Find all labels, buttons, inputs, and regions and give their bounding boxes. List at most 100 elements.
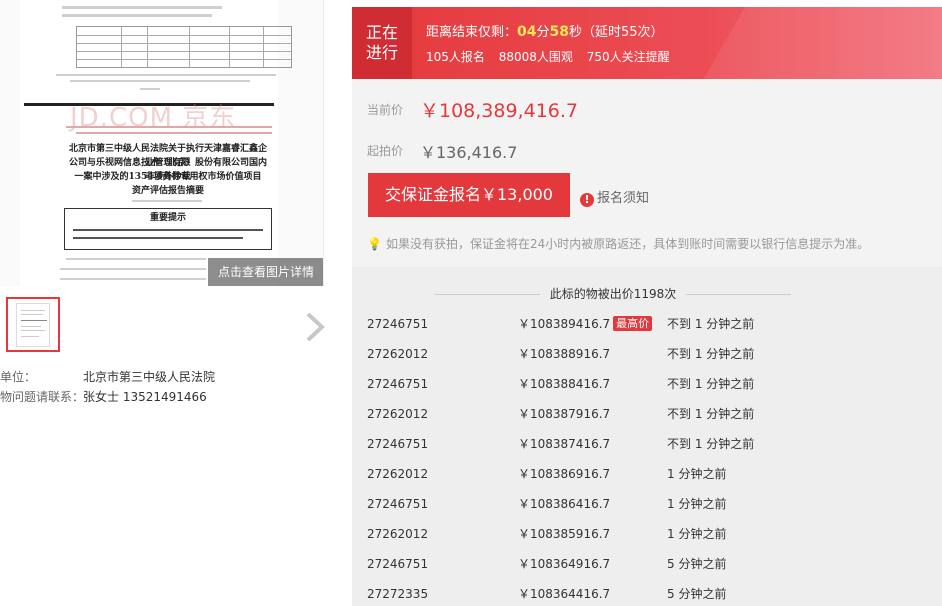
- bid-amount: ￥108387416.7: [518, 437, 611, 451]
- deposit-refund-tip-text: 如果没有获拍，保证金将在24小时内被原路返还，具体到账时间需要以银行信息提示为准…: [385, 237, 870, 251]
- bid-time: 5 分钟之前: [667, 587, 727, 601]
- bid-row: 27246751 ￥108387416.7 不到 1 分钟之前: [352, 429, 942, 459]
- bid-amount-cell: ￥108388916.7: [518, 339, 610, 369]
- document-title-4: 资产评估报告摘要: [131, 186, 204, 196]
- bid-row: 27262012 ￥108386916.7 1 分钟之前: [352, 459, 942, 489]
- left-column: JD.COM 京东 北京市第三中级人民法院关于执行天津嘉睿汇鑫企业管理有限 公司…: [0, 0, 352, 606]
- bid-time: 1 分钟之前: [667, 527, 727, 541]
- highest-bid-badge: 最高价: [613, 316, 653, 331]
- document-notice-box: 重要提示: [64, 208, 272, 250]
- countdown-timer: 距离结束仅剩：04分58秒（延时55次）: [426, 21, 664, 40]
- image-thumbnail[interactable]: [6, 297, 60, 352]
- bid-amount: ￥108389416.7: [518, 317, 611, 331]
- stat-reminders: 750人关注提醒: [586, 50, 670, 64]
- bidder-id: 27246751: [367, 437, 429, 451]
- countdown-minutes: 04: [517, 24, 537, 40]
- deposit-refund-tip: 💡 如果没有获拍，保证金将在24小时内被原路返还，具体到账时间需要以银行信息提示为…: [367, 235, 869, 252]
- document-box-title: 重要提示: [149, 213, 186, 223]
- countdown-seconds: 58: [549, 24, 569, 40]
- unit-label: 单位：: [0, 370, 37, 384]
- bid-time: 5 分钟之前: [667, 557, 727, 571]
- bid-amount-cell: ￥108386416.7: [518, 489, 610, 519]
- bid-time: 1 分钟之前: [667, 467, 727, 481]
- bid-amount-cell: ￥108385916.7: [518, 519, 610, 549]
- bid-amount: ￥108386916.7: [518, 467, 611, 481]
- auction-stats: 105人报名 88008人围观 750人关注提醒: [426, 48, 680, 65]
- bid-amount-cell: ￥108387916.7: [518, 399, 610, 429]
- bid-history-panel: 此标的物被出价1198次 27246751 ￥108389416.7 最高价 不到 1…: [352, 267, 942, 606]
- bid-row: 27262012 ￥108388916.7 不到 1 分钟之前: [352, 339, 942, 369]
- countdown-prefix: 距离结束仅剩：: [426, 25, 518, 40]
- bid-time: 不到 1 分钟之前: [667, 317, 755, 331]
- start-price-value: ￥136,416.7: [420, 143, 518, 162]
- bid-time: 不到 1 分钟之前: [667, 437, 755, 451]
- stat-watching: 88008人围观: [498, 50, 573, 64]
- contact-value: 张女士 13521491466: [83, 390, 207, 404]
- bid-amount: ￥108386416.7: [518, 497, 611, 511]
- bid-amount-cell: ￥108387416.7: [518, 429, 610, 459]
- unit-info-row: 单位： 北京市第三中级人民法院: [0, 368, 215, 386]
- bid-amount-cell: ￥108388416.7: [518, 369, 610, 399]
- bid-row: 27246751 ￥108386416.7 1 分钟之前: [352, 489, 942, 519]
- document-title-3: 一案中涉及的1354项商标专用权市场价值项目: [74, 172, 262, 182]
- bid-time: 1 分钟之前: [667, 497, 727, 511]
- document-table: [76, 26, 292, 68]
- status-line-2: 进行: [365, 43, 398, 62]
- contact-info-row: 物问题请联系： 张女士 13521491466: [0, 388, 207, 406]
- registration-notice-label: 报名须知: [597, 191, 650, 206]
- right-column: 正在 进行 距离结束仅剩：04分58秒（延时55次） 105人报名 88008人…: [352, 0, 942, 606]
- alert-icon: !: [580, 193, 594, 207]
- bid-amount: ￥108364916.7: [518, 557, 611, 571]
- bid-amount-cell: ￥108364916.7: [518, 549, 610, 579]
- bidder-id: 27246751: [367, 557, 429, 571]
- thumbnail-next-arrow[interactable]: [302, 310, 328, 344]
- bid-row: 27262012 ￥108385916.7 1 分钟之前: [352, 519, 942, 549]
- bid-amount: ￥108388416.7: [518, 377, 611, 391]
- bid-time: 不到 1 分钟之前: [667, 377, 755, 391]
- bid-amount: ￥108387916.7: [518, 407, 611, 421]
- price-panel: 当前价 ￥108,389,416.7 起拍价 ￥136,416.7 交保证金报名…: [352, 79, 942, 267]
- bidder-id: 27262012: [367, 407, 429, 421]
- bid-amount: ￥108388916.7: [518, 347, 611, 361]
- stat-registered: 105人报名: [426, 50, 485, 64]
- document-image[interactable]: JD.COM 京东 北京市第三中级人民法院关于执行天津嘉睿汇鑫企业管理有限 公司…: [0, 0, 324, 286]
- bidder-id: 27262012: [367, 467, 429, 481]
- bid-amount: ￥108364416.7: [518, 587, 611, 601]
- start-price-label: 起拍价: [367, 144, 404, 158]
- view-image-detail-button[interactable]: 点击查看图片详情: [208, 258, 323, 286]
- bid-amount-cell: ￥108386916.7: [518, 459, 610, 489]
- bid-amount-cell: ￥108389416.7 最高价: [518, 309, 653, 339]
- bid-history-title-text: 此标的物被出价1198次: [549, 287, 677, 301]
- bid-time: 不到 1 分钟之前: [667, 347, 755, 361]
- bid-row: 27246751 ￥108364916.7 5 分钟之前: [352, 549, 942, 579]
- registration-notice-link[interactable]: ! 报名须知: [580, 187, 649, 207]
- auction-status-banner: 正在 进行 距离结束仅剩：04分58秒（延时55次） 105人报名 88008人…: [352, 7, 942, 79]
- current-price-value: ￥108,389,416.7: [420, 100, 579, 122]
- bid-history-title: 此标的物被出价1198次: [352, 285, 874, 302]
- bidder-id: 27246751: [367, 377, 429, 391]
- pay-deposit-register-button[interactable]: 交保证金报名￥13,000: [368, 173, 570, 217]
- countdown-extension: （延时55次）: [582, 25, 664, 40]
- current-price-label: 当前价: [367, 103, 404, 117]
- bid-row: 27272335 ￥108364416.7 5 分钟之前: [352, 579, 942, 606]
- bid-amount-cell: ￥108364416.7: [518, 579, 610, 606]
- contact-label: 物问题请联系：: [0, 390, 85, 404]
- chevron-right-icon: [306, 312, 325, 342]
- status-line-1: 正在: [365, 23, 398, 42]
- bid-amount: ￥108385916.7: [518, 527, 611, 541]
- auction-status-badge: 正在 进行: [352, 7, 412, 79]
- bidder-id: 27246751: [367, 497, 429, 511]
- countdown-second-unit: 秒: [569, 25, 583, 40]
- bidder-id: 27246751: [367, 317, 429, 331]
- unit-value: 北京市第三中级人民法院: [83, 370, 216, 384]
- bid-row: 27246751 ￥108388416.7 不到 1 分钟之前: [352, 369, 942, 399]
- jd-watermark: JD.COM 京东: [70, 103, 237, 133]
- thumbnail-page: [16, 303, 50, 347]
- bidder-id: 27272335: [367, 587, 429, 601]
- bid-row: 27246751 ￥108389416.7 最高价 不到 1 分钟之前: [352, 309, 942, 339]
- bidder-id: 27262012: [367, 347, 429, 361]
- countdown-minute-unit: 分: [536, 25, 550, 40]
- bid-row: 27262012 ￥108387916.7 不到 1 分钟之前: [352, 399, 942, 429]
- bid-time: 不到 1 分钟之前: [667, 407, 755, 421]
- bidder-id: 27262012: [367, 527, 429, 541]
